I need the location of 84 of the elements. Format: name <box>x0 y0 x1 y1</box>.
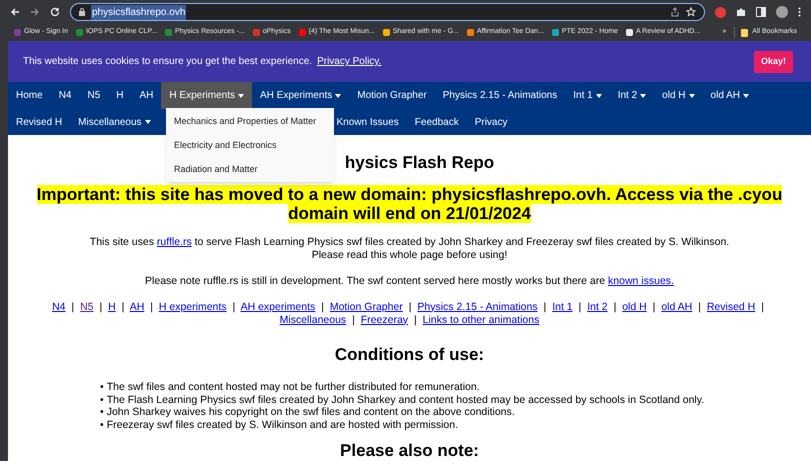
nav-item[interactable]: H Experiments <box>161 82 252 109</box>
dropdown-item[interactable]: Mechanics and Properties of Matter <box>166 109 334 133</box>
nav-item[interactable]: N5 <box>79 82 108 109</box>
okay-button[interactable]: Okay! <box>754 50 793 72</box>
puzzle-icon[interactable] <box>736 7 746 17</box>
ruffle-link[interactable]: ruffle.rs <box>156 236 192 248</box>
quick-link[interactable]: Int 2 <box>587 300 608 312</box>
bullet: • <box>100 418 104 431</box>
separator: | <box>99 300 102 312</box>
lock-icon <box>79 8 85 16</box>
quick-link[interactable]: N5 <box>80 300 94 312</box>
nav-item[interactable]: Int 1 <box>565 82 610 109</box>
quick-link[interactable]: Miscellaneous <box>280 314 346 326</box>
condition-text: Freezeray swf files created by S. Wilkinson and are hosted with permission. <box>106 418 458 431</box>
quick-link[interactable]: Motion Grapher <box>330 300 403 312</box>
bullet: • <box>100 381 104 394</box>
nav-item[interactable]: Revised H <box>8 109 70 135</box>
condition-text: John Sharkey waives his copyright on the swf files and content on the above conditions. <box>106 406 515 418</box>
folder-icon <box>741 28 748 36</box>
quick-link[interactable]: old H <box>622 300 647 312</box>
separator: | <box>232 300 236 312</box>
nav-item[interactable]: N4 <box>50 82 80 109</box>
separator: | <box>414 314 417 326</box>
forward-icon[interactable] <box>30 7 40 17</box>
quick-link[interactable]: H <box>108 300 116 312</box>
cookie-message: This website uses cookies to ensure you get the best experience. <box>23 55 312 69</box>
quick-link[interactable]: Links to other animations <box>422 314 540 326</box>
section-heading: Conditions of use: <box>334 344 484 366</box>
privacy-policy-link[interactable]: Privacy Policy. <box>317 54 382 69</box>
nav-item[interactable]: H <box>108 82 132 109</box>
nav-item[interactable]: old H <box>654 82 703 109</box>
condition-text: The Flash Learning Physics swf files created by John Sharkey and content hosted may be accessed by schools in Scotland only. <box>106 394 704 406</box>
important-notice: Important: this site has moved to a new domain: physicsflashrepo.ovh. Access via the .cyou domain will end on 21/01/2024 <box>36 184 784 222</box>
nav-item[interactable]: AH <box>132 82 162 109</box>
nav-item[interactable]: Miscellaneous <box>70 109 159 135</box>
quick-link[interactable]: N4 <box>52 300 66 312</box>
quick-link[interactable]: Int 1 <box>552 300 573 312</box>
more-icon[interactable] <box>798 7 801 17</box>
development-note: Please note ruffle.rs is still in development. The swf content served here mostly works but there are known issues. <box>145 274 674 288</box>
nav-item[interactable]: old AH <box>702 82 757 109</box>
separator: | <box>150 300 153 312</box>
separator: | <box>408 300 412 312</box>
quick-link[interactable]: Revised H <box>706 300 756 312</box>
nav-item[interactable]: Privacy <box>466 109 516 135</box>
nav-item[interactable]: Feedback <box>406 109 467 135</box>
nav-item[interactable]: Physics 2.15 - Animations <box>434 82 566 109</box>
quick-link[interactable]: AH <box>130 300 144 312</box>
quick-link[interactable]: H experiments <box>158 300 227 312</box>
nav-item[interactable]: Home <box>8 82 51 109</box>
separator: | <box>544 300 546 312</box>
quick-link[interactable]: Physics 2.15 - Animations <box>417 300 538 312</box>
reload-icon[interactable] <box>50 7 60 17</box>
bullet: • <box>100 394 104 406</box>
back-icon[interactable] <box>10 7 20 17</box>
share-icon[interactable] <box>670 7 680 17</box>
quick-link[interactable]: AH experiments <box>240 300 316 312</box>
intro-text: This site uses ruffle.rs to serve Flash Learning Physics swf files created by John Sharkey and Freezeray swf files created by S. Wilkinson. Please read this whole page before using! <box>90 236 730 262</box>
separator: | <box>122 300 124 312</box>
condition-text: The swf files and content hosted may not be further distributed for remuneration. <box>106 381 480 394</box>
quick-link[interactable]: Freezeray <box>360 314 408 326</box>
separator: | <box>578 300 582 312</box>
nav-item[interactable]: AH Experiments <box>252 82 350 109</box>
address-bar[interactable]: physicsflashrepo.ovh <box>70 3 705 21</box>
dropdown-item[interactable]: Electricity and Electronics <box>166 133 334 157</box>
separator: | <box>352 314 355 326</box>
side-panel-icon[interactable] <box>756 7 766 17</box>
separator: | <box>71 300 74 312</box>
nav-item[interactable]: Motion Grapher <box>349 82 435 109</box>
star-icon[interactable] <box>686 7 696 17</box>
separator: | <box>698 300 701 312</box>
separator: | <box>761 300 764 312</box>
separator: | <box>614 300 616 312</box>
page-title: hysics Flash Repo <box>344 152 494 174</box>
known-issues-link[interactable]: known issues. <box>608 274 674 286</box>
quick-link[interactable]: old AH <box>661 300 692 312</box>
nav-item[interactable]: Int 2 <box>610 82 654 109</box>
separator: | <box>321 300 324 312</box>
section-heading: Please also note: <box>340 441 479 461</box>
separator: | <box>652 300 656 312</box>
profile-avatar-icon[interactable] <box>776 6 788 18</box>
extension-icon[interactable] <box>715 6 726 18</box>
url-text: physicsflashrepo.ovh <box>91 4 186 20</box>
dropdown-item[interactable]: Radiation and Matter <box>166 157 334 181</box>
bullet: • <box>100 406 104 418</box>
